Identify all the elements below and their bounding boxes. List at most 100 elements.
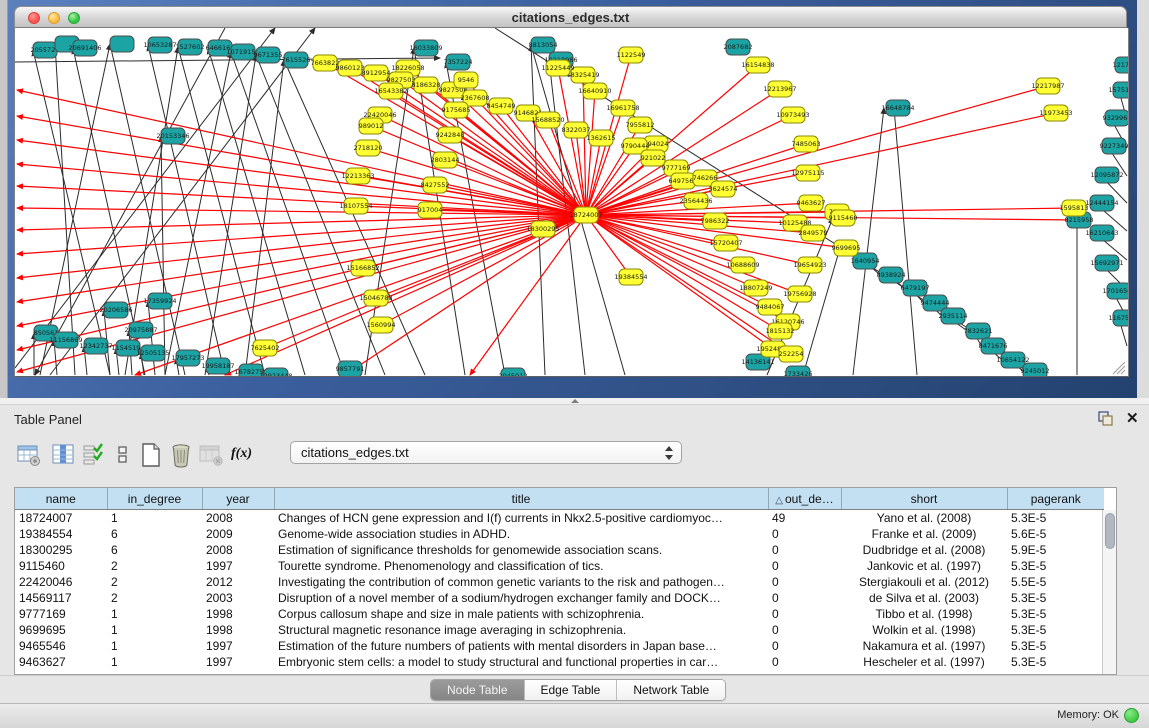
- graph-node[interactable]: 12505135: [136, 345, 169, 361]
- graph-edge[interactable]: [17, 164, 586, 215]
- graph-node[interactable]: 20691406: [68, 40, 101, 56]
- graph-node[interactable]: 7615526: [282, 52, 311, 68]
- graph-node[interactable]: 9546: [454, 72, 478, 88]
- graph-node[interactable]: 16154838: [741, 57, 774, 73]
- graph-node[interactable]: [110, 36, 134, 52]
- table-cell[interactable]: Changes of HCN gene expression and I(f) …: [274, 510, 768, 527]
- graph-node[interactable]: 9699695: [832, 240, 861, 256]
- column-header-out_de[interactable]: △out_de…: [768, 488, 841, 510]
- graph-node[interactable]: 16648784: [881, 100, 914, 116]
- graph-node[interactable]: 19958187: [201, 358, 234, 374]
- graph-node[interactable]: 8938924: [877, 267, 906, 283]
- graph-node[interactable]: 15720407: [709, 235, 742, 251]
- graph-node[interactable]: 2718120: [354, 140, 383, 156]
- table-vertical-scrollbar[interactable]: [1102, 510, 1116, 674]
- graph-edge[interactable]: [165, 52, 231, 375]
- graph-node[interactable]: 9484067: [756, 299, 785, 315]
- table-cell[interactable]: 5.3E-5: [1007, 606, 1104, 622]
- table-cell[interactable]: Jankovic et al. (1997): [841, 558, 1007, 574]
- table-cell[interactable]: 2008: [202, 510, 274, 527]
- graph-node[interactable]: 15046788: [359, 290, 392, 306]
- table-cell[interactable]: 5.6E-5: [1007, 526, 1104, 542]
- graph-node[interactable]: 6479197: [901, 280, 930, 296]
- split-pane-handle[interactable]: [0, 398, 1149, 405]
- graph-node[interactable]: 7832621: [964, 323, 993, 339]
- table-selector-dropdown[interactable]: citations_edges.txt: [290, 441, 682, 464]
- graph-node[interactable]: 8471676: [979, 338, 1008, 354]
- table-row[interactable]: 1830029562008Estimation of significance …: [15, 542, 1104, 558]
- graph-node[interactable]: 23564436: [679, 193, 712, 209]
- graph-node[interactable]: 11973453: [1039, 105, 1072, 121]
- table-cell[interactable]: 1: [107, 606, 202, 622]
- table-cell[interactable]: 9465546: [15, 638, 107, 654]
- table-cell[interactable]: Estimation of significance thresholds fo…: [274, 542, 768, 558]
- table-cell[interactable]: Genome-wide association studies in ADHD.: [274, 526, 768, 542]
- table-cell[interactable]: 2009: [202, 526, 274, 542]
- table-cell[interactable]: 0: [768, 654, 841, 670]
- table-cell[interactable]: 1998: [202, 622, 274, 638]
- table-cell[interactable]: Estimation of the future numbers of pati…: [274, 638, 768, 654]
- new-table-icon[interactable]: [138, 442, 164, 468]
- graph-edge[interactable]: [231, 52, 345, 375]
- table-cell[interactable]: 2: [107, 590, 202, 606]
- table-cell[interactable]: Investigating the contribution of common…: [274, 574, 768, 590]
- graph-node[interactable]: 2935114: [939, 308, 968, 324]
- graph-node[interactable]: 1560994: [367, 317, 396, 333]
- table-cell[interactable]: Dudbridge et al. (2008): [841, 542, 1007, 558]
- show-columns-icon[interactable]: [50, 442, 76, 468]
- graph-node[interactable]: 15688520: [531, 112, 564, 128]
- table-cell[interactable]: 9115460: [15, 558, 107, 574]
- close-panel-icon[interactable]: ✕: [1126, 409, 1139, 427]
- graph-node[interactable]: 20206586: [99, 302, 132, 318]
- graph-node[interactable]: 1527602: [176, 39, 205, 55]
- graph-edge[interactable]: [50, 28, 315, 375]
- graph-edge[interactable]: [284, 60, 425, 375]
- graph-node[interactable]: 19654923: [793, 257, 826, 273]
- table-row[interactable]: 1938455462009Genome-wide association stu…: [15, 526, 1104, 542]
- table-cell[interactable]: 5.9E-5: [1007, 542, 1104, 558]
- table-cell[interactable]: 5.3E-5: [1007, 510, 1104, 527]
- graph-node[interactable]: 1815132: [766, 323, 795, 339]
- table-cell[interactable]: 0: [768, 590, 841, 606]
- table-cell[interactable]: 9699695: [15, 622, 107, 638]
- table-cell[interactable]: 0: [768, 574, 841, 590]
- graph-node[interactable]: 11225449: [541, 60, 574, 76]
- column-header-in_degree[interactable]: in_degree: [107, 488, 202, 510]
- graph-node[interactable]: 17359924: [143, 293, 176, 309]
- table-cell[interactable]: 14569117: [15, 590, 107, 606]
- graph-edge[interactable]: [586, 146, 635, 215]
- table-cell[interactable]: 1997: [202, 558, 274, 574]
- node-table-grid[interactable]: namein_degreeyeartitle△out_de…shortpager…: [15, 488, 1104, 670]
- canvas-resize-grip[interactable]: [1121, 370, 1125, 374]
- graph-node[interactable]: 19756928: [783, 286, 816, 302]
- tab-edge-table[interactable]: Edge Table: [525, 680, 618, 700]
- table-cell[interactable]: 9463627: [15, 654, 107, 670]
- table-cell[interactable]: 9777169: [15, 606, 107, 622]
- graph-node[interactable]: 7485063: [792, 136, 821, 152]
- graph-node[interactable]: 9242848: [436, 127, 465, 143]
- graph-node[interactable]: 10973493: [776, 107, 809, 123]
- canvas-resize-grip[interactable]: [1117, 366, 1125, 374]
- table-cell[interactable]: 2008: [202, 542, 274, 558]
- table-cell[interactable]: de Silva et al. (2003): [841, 590, 1007, 606]
- graph-edge[interactable]: [205, 55, 256, 375]
- table-row[interactable]: 946554611997Estimation of the future num…: [15, 638, 1104, 654]
- graph-node[interactable]: 8454749: [487, 98, 516, 114]
- column-header-name[interactable]: name: [15, 488, 107, 510]
- graph-node[interactable]: 10688609: [726, 257, 759, 273]
- table-cell[interactable]: 5.3E-5: [1007, 654, 1104, 670]
- float-window-icon[interactable]: [1098, 411, 1114, 427]
- table-row[interactable]: 911546021997Tourette syndrome. Phenomeno…: [15, 558, 1104, 574]
- graph-node[interactable]: 9329966: [1103, 110, 1128, 126]
- column-header-short[interactable]: short: [841, 488, 1007, 510]
- clear-row-selection-icon[interactable]: [110, 442, 136, 468]
- table-cell[interactable]: 5.3E-5: [1007, 590, 1104, 606]
- graph-node[interactable]: 11675338: [1108, 310, 1128, 326]
- table-cell[interactable]: 5.3E-5: [1007, 638, 1104, 654]
- graph-node[interactable]: 7357224: [444, 54, 473, 70]
- graph-node[interactable]: 19384554: [614, 269, 647, 285]
- citation-network-graph[interactable]: 2055724206914061065328715276026466160107…: [15, 28, 1128, 376]
- graph-node[interactable]: 17016504: [1102, 283, 1128, 299]
- table-cell[interactable]: 6: [107, 526, 202, 542]
- table-cell[interactable]: 22420046: [15, 574, 107, 590]
